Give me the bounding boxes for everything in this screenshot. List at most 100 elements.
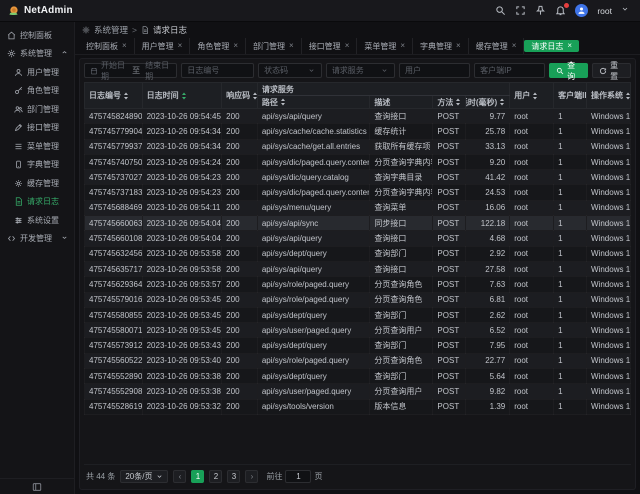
sidebar-item-request-log[interactable]: 请求日志 xyxy=(0,193,74,212)
tab-接口管理[interactable]: 接口管理 × xyxy=(302,38,358,54)
table-row[interactable]: 4757456293642292023-10-26 09:53:57200api… xyxy=(85,277,631,292)
column-header-method[interactable]: 方法 xyxy=(433,96,466,109)
table-row[interactable]: 4757455790161972023-10-26 09:53:45200api… xyxy=(85,292,631,307)
log-id-input[interactable] xyxy=(187,66,248,75)
chevron-down-icon[interactable] xyxy=(621,5,632,16)
sidebar-item-depts[interactable]: 部门管理 xyxy=(0,100,74,119)
table-row[interactable]: 4757455286190132023-10-26 09:53:32200api… xyxy=(85,399,631,414)
table-row[interactable]: 4757455739125812023-10-26 09:53:43200api… xyxy=(85,338,631,353)
column-header-client-ip[interactable]: 客户端IP xyxy=(554,83,587,109)
table-row[interactable]: 4757457799372852023-10-26 09:54:34200api… xyxy=(85,139,631,154)
tab-部门管理[interactable]: 部门管理× xyxy=(246,38,302,54)
page-button-2[interactable]: 2 xyxy=(209,470,222,483)
sidebar-item-system[interactable]: 系统管理 xyxy=(0,45,74,64)
sidebar-item-apis[interactable]: 接口管理 xyxy=(0,119,74,138)
table-row[interactable]: 4757457799045172023-10-26 09:54:34200api… xyxy=(85,124,631,139)
close-icon[interactable]: × xyxy=(289,42,294,50)
sidebar-item-cache[interactable]: 缓存管理 xyxy=(0,174,74,193)
close-icon[interactable]: × xyxy=(178,42,183,50)
table-row[interactable]: 4757458248908852023-10-26 09:54:45200api… xyxy=(85,109,631,124)
table-row[interactable]: 4757456601088052023-10-26 09:54:04200api… xyxy=(85,231,631,246)
status-code-select[interactable]: 状态码 xyxy=(258,63,322,78)
close-icon[interactable]: × xyxy=(512,42,517,50)
prev-page-button[interactable]: ‹ xyxy=(173,470,186,483)
close-icon[interactable]: × xyxy=(456,42,461,50)
table-row[interactable]: 4757456324567092023-10-26 09:53:58200api… xyxy=(85,246,631,261)
column-header-os[interactable]: 操作系统 xyxy=(587,83,631,109)
cell-ip: 1 xyxy=(554,170,587,185)
sidebar-item-dicts[interactable]: 字典管理 xyxy=(0,156,74,175)
tab-角色管理[interactable]: 角色管理× xyxy=(190,38,246,54)
column-header-log-id[interactable]: 日志编号 xyxy=(85,83,143,109)
topbar-actions: root xyxy=(495,4,632,17)
sidebar-item-users[interactable]: 用户管理 xyxy=(0,63,74,82)
column-header-response-code[interactable]: 响应码 xyxy=(222,83,258,109)
table-row[interactable]: 4757455800716852023-10-26 09:53:45200api… xyxy=(85,323,631,338)
page-size-select[interactable]: 20条/页 xyxy=(120,470,168,483)
service-select[interactable]: 请求服务 xyxy=(326,63,395,78)
query-button[interactable]: 查询 xyxy=(549,63,588,78)
collapse-sidebar-icon[interactable] xyxy=(32,482,42,492)
tab-菜单管理[interactable]: 菜单管理× xyxy=(357,38,413,54)
jump-page-input[interactable] xyxy=(285,470,311,483)
sidebar-item-settings[interactable]: 系统设置 xyxy=(0,211,74,230)
column-header-duration[interactable]: 耗时(毫秒) xyxy=(466,96,510,109)
current-user-name[interactable]: root xyxy=(597,6,612,16)
tab-字典管理[interactable]: 字典管理× xyxy=(413,38,469,54)
fullscreen-icon[interactable] xyxy=(515,5,526,16)
sidebar-item-roles[interactable]: 角色管理 xyxy=(0,82,74,101)
avatar[interactable] xyxy=(575,4,588,17)
column-header-log-time[interactable]: 日志时间 xyxy=(142,83,222,109)
table-row[interactable]: 4757456884695092023-10-26 09:54:11200api… xyxy=(85,200,631,215)
brand[interactable]: NetAdmin xyxy=(8,5,73,16)
close-icon[interactable]: × xyxy=(122,42,127,50)
table-row[interactable]: 4757455605227572023-10-26 09:53:40200api… xyxy=(85,353,631,368)
page-button-3[interactable]: 3 xyxy=(227,470,240,483)
date-range-picker[interactable]: 开始日期 至 结束日期 xyxy=(84,63,177,78)
bell-icon[interactable] xyxy=(555,5,566,16)
user-input[interactable] xyxy=(405,66,464,75)
cell-method: POST xyxy=(433,277,466,292)
column-header-user[interactable]: 用户 xyxy=(510,83,554,109)
cell-time: 2023-10-26 09:54:11 xyxy=(142,200,222,215)
tab-请求日志[interactable]: 请求日志× xyxy=(524,40,579,52)
table-row[interactable]: 4757457370275892023-10-26 09:54:23200api… xyxy=(85,170,631,185)
tab-用户管理[interactable]: 用户管理× xyxy=(135,38,191,54)
breadcrumb-item-request-log[interactable]: 请求日志 xyxy=(153,24,187,36)
page-button-1[interactable]: 1 xyxy=(191,470,204,483)
cell-time: 2023-10-26 09:53:38 xyxy=(142,384,222,399)
table-row[interactable]: 4757457407508532023-10-26 09:54:24200api… xyxy=(85,154,631,169)
client-ip-input[interactable] xyxy=(480,66,539,75)
tab-控制面板[interactable]: 控制面板× xyxy=(79,38,135,54)
cell-time: 2023-10-26 09:54:04 xyxy=(142,231,222,246)
pin-icon[interactable] xyxy=(535,5,546,16)
next-page-button[interactable]: › xyxy=(245,470,258,483)
page-size-label: 20条/页 xyxy=(125,471,152,482)
column-header-path[interactable]: 路径 xyxy=(257,96,370,109)
table-row[interactable]: 4757456600637492023-10-26 09:54:04200api… xyxy=(85,216,631,231)
table-row[interactable]: 4757457371832372023-10-26 09:54:23200api… xyxy=(85,185,631,200)
search-icon[interactable] xyxy=(495,5,506,16)
table-row[interactable]: 4757456357171252023-10-26 09:53:58200api… xyxy=(85,261,631,276)
table-row[interactable]: 4757455808553012023-10-26 09:53:45200api… xyxy=(85,307,631,322)
table-row[interactable]: 4757455529082932023-10-26 09:53:38200api… xyxy=(85,384,631,399)
reset-button[interactable]: 重置 xyxy=(592,63,631,78)
sidebar-item-dev[interactable]: 开发管理 xyxy=(0,230,74,249)
tab-缓存管理[interactable]: 缓存管理× xyxy=(469,38,525,54)
sidebar-item-dashboard[interactable]: 控制面板 xyxy=(0,26,74,45)
cell-ip: 1 xyxy=(554,124,587,139)
breadcrumb-item-system[interactable]: 系统管理 xyxy=(94,24,128,36)
close-icon[interactable]: × xyxy=(567,42,572,50)
tab-label: 接口管理 xyxy=(309,41,341,52)
cell-user: root xyxy=(510,216,554,231)
table-row[interactable]: 4757455528900052023-10-26 09:53:38200api… xyxy=(85,369,631,384)
cell-user: root xyxy=(510,399,554,414)
cell-os: Windows 10 xyxy=(587,246,631,261)
cell-os: Windows 10 xyxy=(587,154,631,169)
cell-os: Windows 10 xyxy=(587,292,631,307)
close-icon[interactable]: × xyxy=(233,42,238,50)
close-icon[interactable]: × xyxy=(345,42,350,50)
sidebar-item-menus[interactable]: 菜单管理 xyxy=(0,137,74,156)
breadcrumb: 系统管理 > 请求日志 xyxy=(75,22,640,38)
close-icon[interactable]: × xyxy=(400,42,405,50)
